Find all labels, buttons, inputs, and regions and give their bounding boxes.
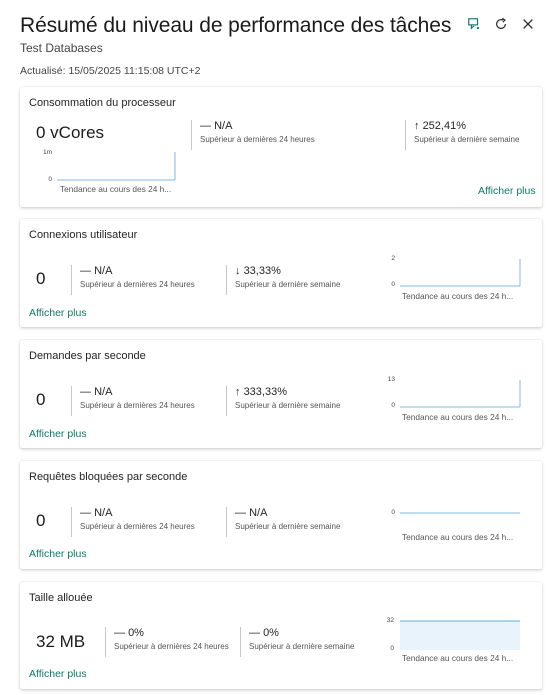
sparkline xyxy=(400,512,520,514)
stat-label: Supérieur à dernières 24 heures xyxy=(80,401,195,410)
sparkline xyxy=(57,152,176,181)
stat-24h: — N/A Supérieur à dernières 24 heures xyxy=(71,386,195,416)
axis-min: 0 xyxy=(48,176,52,183)
dash-icon: — xyxy=(114,627,125,639)
last-updated: Actualisé: 15/05/2025 11:15:08 UTC+2 xyxy=(20,65,201,77)
axis-max: 2 xyxy=(391,255,395,262)
dash-icon: — xyxy=(235,507,246,519)
allocated-size-value: 32 MB xyxy=(36,632,86,651)
feedback-icon[interactable] xyxy=(467,17,481,31)
axis-min: 0 xyxy=(391,509,395,516)
stat-value: N/A xyxy=(249,507,268,519)
stat-value: N/A xyxy=(214,120,233,132)
stat-week: — N/A Supérieur à dernière semaine xyxy=(226,507,340,537)
blocked-value: 0 xyxy=(36,511,46,530)
stat-label: Supérieur à dernières 24 heures xyxy=(80,522,195,531)
trend-label: Tendance au cours des 24 h... xyxy=(402,412,514,422)
stat-value: N/A xyxy=(94,507,113,519)
stat-24h: — N/A Supérieur à dernières 24 heures xyxy=(71,265,195,295)
axis-min: 0 xyxy=(390,645,394,652)
axis-min: 0 xyxy=(391,402,395,409)
card-title: Consommation du processeur xyxy=(29,97,176,109)
stat-24h: — N/A Supérieur à dernières 24 heures xyxy=(71,507,195,537)
stat-value: 0% xyxy=(263,627,279,639)
stat-value: 333,33% xyxy=(243,386,287,398)
stat-label: Supérieur à dernière semaine xyxy=(235,280,341,289)
stat-24h: — N/A Supérieur à dernières 24 heures xyxy=(191,120,315,150)
header-actions xyxy=(467,17,535,31)
connections-value: 0 xyxy=(36,269,46,288)
stat-label: Supérieur à dernière semaine xyxy=(235,401,341,410)
show-more-link[interactable]: Afficher plus xyxy=(29,668,87,680)
stat-week: ↑ 252,41% Supérieur à dernière semaine xyxy=(405,120,519,150)
show-more-link[interactable]: Afficher plus xyxy=(478,185,536,197)
axis-max: 32 xyxy=(386,617,394,624)
cpu-card: Consommation du processeur 0 vCores — N/… xyxy=(20,87,542,207)
refresh-icon[interactable] xyxy=(494,17,508,31)
blocked-queries-card: Requêtes bloquées par seconde 0 — N/A Su… xyxy=(20,461,542,569)
sparkline xyxy=(400,620,520,650)
user-connections-card: Connexions utilisateur 0 — N/A Supérieur… xyxy=(20,219,542,327)
trend-label: Tendance au cours des 24 h... xyxy=(60,184,172,194)
axis-min: 0 xyxy=(391,281,395,288)
stat-label: Supérieur à dernières 24 heures xyxy=(200,135,315,144)
card-title: Taille allouée xyxy=(29,592,93,604)
axis-max: 13 xyxy=(387,376,395,383)
allocated-size-card: Taille allouée 32 MB — 0% Supérieur à de… xyxy=(20,582,542,689)
stat-label: Supérieur à dernière semaine xyxy=(249,642,355,651)
page-title: Résumé du niveau de performance des tâch… xyxy=(20,14,452,37)
trend-label: Tendance au cours des 24 h... xyxy=(402,653,514,663)
stat-week: ↑ 333,33% Supérieur à dernière semaine xyxy=(226,386,340,416)
arrow-up-icon: ↑ xyxy=(235,386,241,398)
dash-icon: — xyxy=(80,265,91,277)
axis-max: 1m xyxy=(42,149,52,156)
page-header: Résumé du niveau de performance des tâch… xyxy=(20,14,540,77)
stat-24h: — 0% Supérieur à dernières 24 heures xyxy=(105,627,229,657)
stat-week: — 0% Supérieur à dernière semaine xyxy=(240,627,354,657)
dash-icon: — xyxy=(249,627,260,639)
stat-value: N/A xyxy=(94,265,113,277)
show-more-link[interactable]: Afficher plus xyxy=(29,548,87,560)
requests-value: 0 xyxy=(36,390,46,409)
show-more-link[interactable]: Afficher plus xyxy=(29,428,87,440)
card-title: Connexions utilisateur xyxy=(29,229,138,241)
card-title: Demandes par seconde xyxy=(29,350,146,362)
sparkline xyxy=(400,259,521,287)
page-subtitle: Test Databases xyxy=(20,41,103,55)
arrow-up-icon: ↑ xyxy=(414,120,420,132)
card-title: Requêtes bloquées par seconde xyxy=(29,471,188,483)
trend-label: Tendance au cours des 24 h... xyxy=(402,532,514,542)
stat-label: Supérieur à dernière semaine xyxy=(235,522,341,531)
close-icon[interactable] xyxy=(521,17,535,31)
stat-label: Supérieur à dernières 24 heures xyxy=(80,280,195,289)
stat-label: Supérieur à dernière semaine xyxy=(414,135,520,144)
dash-icon: — xyxy=(80,507,91,519)
trend-label: Tendance au cours des 24 h... xyxy=(402,291,514,301)
dash-icon: — xyxy=(200,120,211,132)
cpu-value: 0 vCores xyxy=(36,123,105,142)
stat-value: 0% xyxy=(128,627,144,639)
stat-value: N/A xyxy=(94,386,113,398)
dash-icon: — xyxy=(80,386,91,398)
stat-value: 252,41% xyxy=(422,120,466,132)
show-more-link[interactable]: Afficher plus xyxy=(29,307,87,319)
arrow-down-icon: ↓ xyxy=(235,265,241,277)
stat-week: ↓ 33,33% Supérieur à dernière semaine xyxy=(226,265,340,295)
stat-label: Supérieur à dernières 24 heures xyxy=(114,642,229,651)
requests-per-second-card: Demandes par seconde 0 — N/A Supérieur à… xyxy=(20,340,542,448)
sparkline xyxy=(400,380,521,408)
stat-value: 33,33% xyxy=(243,265,281,277)
